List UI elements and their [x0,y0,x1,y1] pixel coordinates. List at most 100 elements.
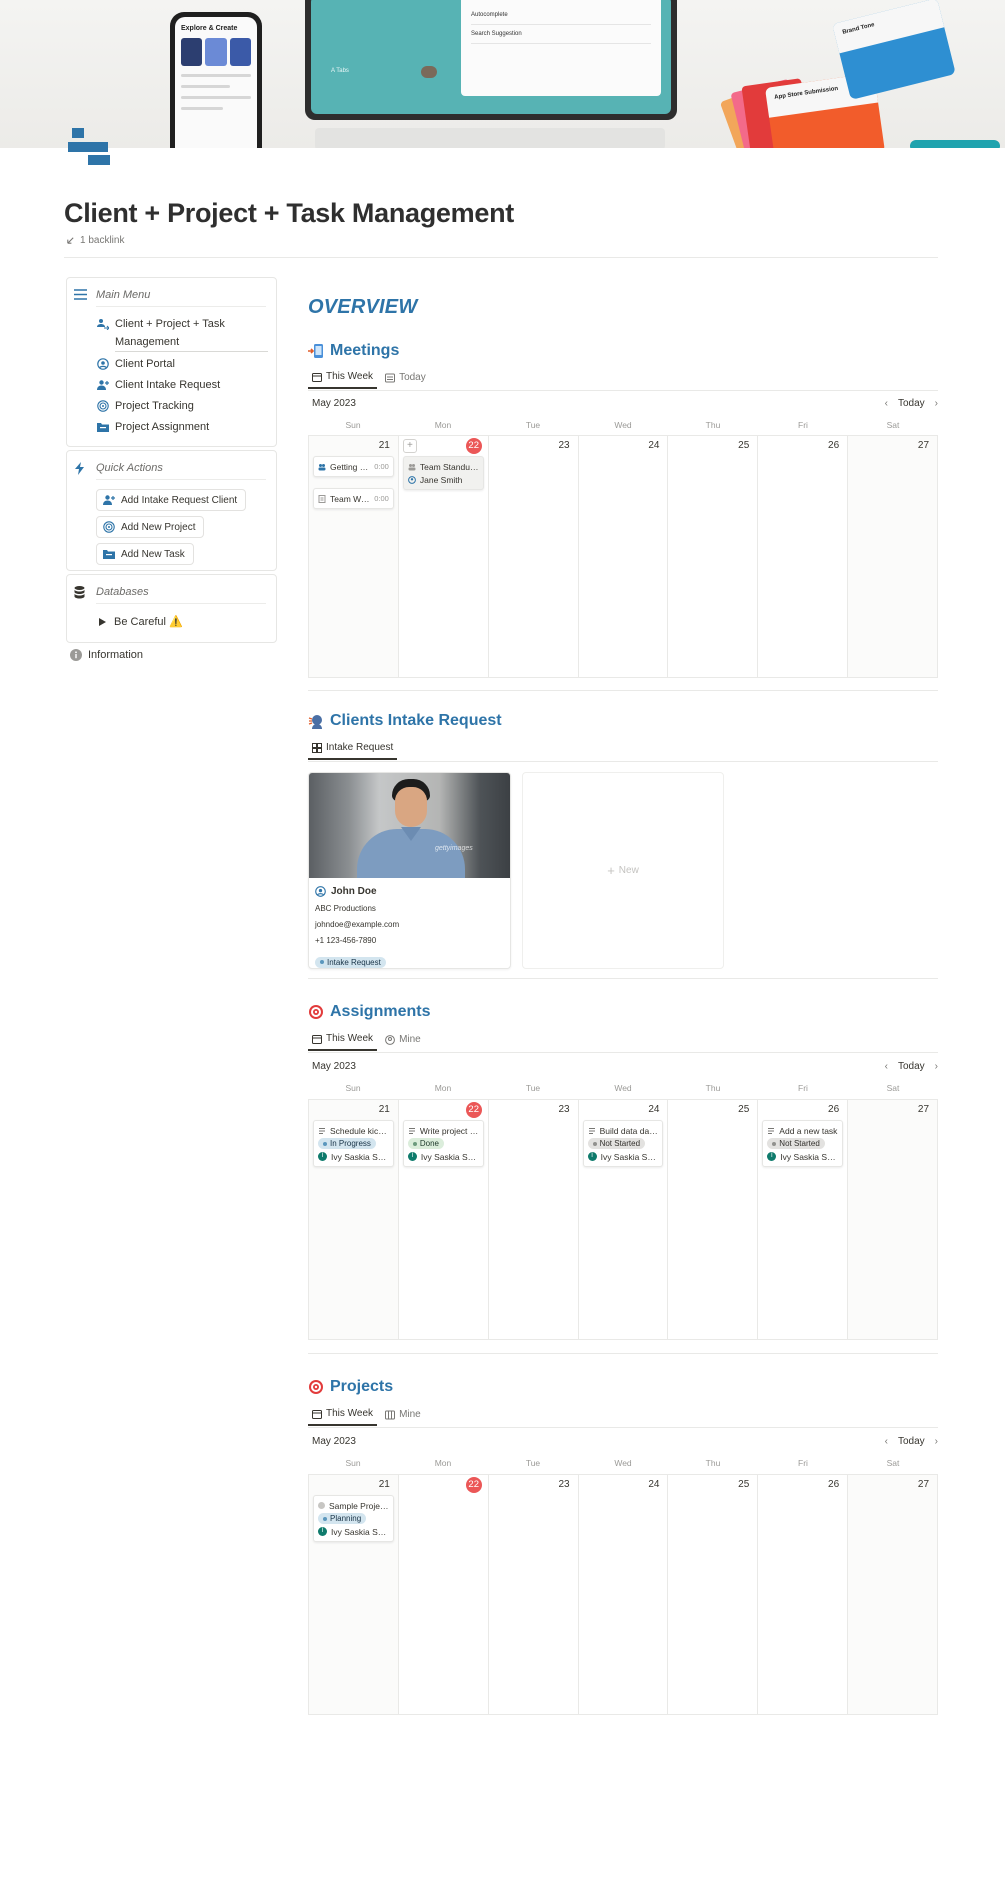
month-label: May 2023 [312,1061,356,1072]
lightning-icon [75,462,84,475]
task-event-card[interactable]: Write project pr… Done IIvy Saskia Sejas… [402,1120,484,1167]
calendar-day-cell[interactable]: 22 [398,1475,489,1714]
quick-actions-box: Quick Actions Add Intake Request Client … [66,450,277,571]
month-label: May 2023 [312,398,356,409]
calendar-day-cell[interactable]: 26 [758,436,849,677]
backlink-label: 1 backlink [80,235,125,246]
sidebar-item-label: Client Portal [115,358,175,370]
cover-phone-title: Explore & Create [181,25,238,32]
tab-intake-request[interactable]: Intake Request [308,738,398,760]
clients-intake-heading: Clients Intake Request [308,712,502,730]
prev-week-button[interactable]: ‹ [885,1436,888,1447]
calendar-day-cell[interactable]: 26 Add a new task Not Started I Ivy Saski… [758,1100,849,1339]
next-week-button[interactable]: › [935,398,938,409]
tabs-underline [308,1052,938,1053]
dart-target-icon [309,1005,323,1019]
status-badge: Intake Request [315,956,386,968]
be-careful-toggle[interactable]: Be Careful ⚠️ [99,615,276,628]
calendar-day-cell[interactable]: 21 Schedule kick-o… In Progress IIvy Sas… [309,1100,399,1339]
client-company: ABC Productions [315,904,376,913]
meeting-event-card[interactable]: Team Standup … Jane Smith [402,456,484,490]
photo-watermark: gettyimages [435,845,473,852]
cover-phone: Explore & Create [170,12,262,148]
meetings-tabs: This Week Today [308,367,430,389]
overview-heading: OVERVIEW [308,296,418,318]
client-name: John Doe [331,886,377,897]
next-week-button[interactable]: › [935,1436,938,1447]
sidebar-item-label: Project Assignment [115,421,210,433]
calendar-day-cell[interactable]: 24 [578,1475,669,1714]
add-new-task-button[interactable]: Add New Task [96,543,194,565]
prev-week-button[interactable]: ‹ [885,398,888,409]
calendar-day-cell[interactable]: 27 [848,436,939,677]
status-badge: Not Started [587,1138,646,1149]
sidebar-item-management[interactable]: Client + Project + Task Management [67,315,276,352]
database-icon [74,586,85,599]
document-icon [319,1127,325,1134]
today-button[interactable]: Today [898,398,925,409]
backlink[interactable]: 1 backlink [66,235,124,246]
client-email[interactable]: johndoe@example.com [309,917,510,933]
calendar-day-cell[interactable]: 27 [848,1100,939,1339]
tab-today[interactable]: Today [381,368,430,388]
calendar-day-cell[interactable]: 25 [668,1475,759,1714]
cover-panel-item: Search Suggestion [471,25,651,44]
today-button[interactable]: Today [898,1436,925,1447]
calendar-day-cell[interactable]: 21 Sample Project: … Planning IIvy Saski… [309,1475,399,1714]
cover-keyboard [315,128,665,148]
tab-mine[interactable]: Mine [381,1030,425,1050]
client-photo: gettyimages [309,773,510,878]
gallery-icon [312,742,322,753]
next-week-button[interactable]: › [935,1061,938,1072]
calendar-day-cell[interactable]: 22 Write project pr… Done IIvy Saskia Se… [398,1100,489,1339]
task-event-card[interactable]: Build data dash… Not Started IIvy Saskia… [582,1120,664,1167]
client-phone[interactable]: +1 123-456-7890 [309,933,510,949]
task-event-card[interactable]: Add a new task Not Started I Ivy Saskia S… [762,1120,844,1167]
plus-icon: + [607,863,615,878]
calendar-day-cell[interactable]: + 22 Team Standup … Jane Smith [398,436,489,677]
information-link[interactable]: Information [70,649,143,661]
assignments-calendar-header: May 2023 ‹ Today › [308,1061,938,1072]
task-event-card[interactable]: Schedule kick-o… In Progress IIvy Saskia… [313,1120,394,1167]
calendar-day-cell[interactable]: 24 [578,436,669,677]
calendar-day-cell[interactable]: 24 Build data dash… Not Started IIvy Sas… [578,1100,669,1339]
sidebar-item-project-tracking[interactable]: Project Tracking [67,397,276,415]
add-intake-request-client-button[interactable]: Add Intake Request Client [96,489,247,511]
calendar-day-cell[interactable]: 21 Getting star…0:00 Team Week…0:00 [309,436,399,677]
today-button[interactable]: Today [898,1061,925,1072]
sidebar-item-intake-request[interactable]: Client Intake Request [67,376,276,394]
calendar-day-cell[interactable]: 23 [488,1100,579,1339]
user-plus-icon [103,495,115,505]
projects-weekdays: Sun Mon Tue Wed Thu Fri Sat [345,1458,900,1468]
databases-box: Databases Be Careful ⚠️ [66,574,277,643]
add-new-project-button[interactable]: Add New Project [96,516,205,538]
add-event-button[interactable]: + [402,439,417,453]
calendar-day-cell[interactable]: 25 [668,436,759,677]
sidebar-item-label: Client + Project + Task Management [115,315,268,352]
tab-this-week[interactable]: This Week [308,1029,378,1051]
calendar-day-cell[interactable]: 23 [488,1475,579,1714]
meeting-event-card[interactable]: Team Week…0:00 [313,488,394,509]
calendar-day-cell[interactable]: 23 [488,436,579,677]
meeting-event-card[interactable]: Getting star…0:00 [313,456,394,477]
title-divider [64,257,938,258]
new-card-button[interactable]: + New [522,772,724,969]
sidebar-item-client-portal[interactable]: Client Portal [67,355,276,373]
client-card[interactable]: gettyimages John Doe ABC Productions joh… [308,772,511,969]
tab-this-week[interactable]: This Week [308,1404,378,1426]
project-event-card[interactable]: Sample Project: … Planning IIvy Saskia S… [313,1495,394,1542]
calendar-day-cell[interactable]: 26 [758,1475,849,1714]
tab-mine[interactable]: Mine [381,1405,425,1425]
sidebar-item-project-assignment[interactable]: Project Assignment [67,418,276,436]
folder-icon [97,423,109,432]
prev-week-button[interactable]: ‹ [885,1061,888,1072]
tabs-underline [308,1427,938,1428]
tab-this-week[interactable]: This Week [308,367,378,389]
calendar-icon [312,1409,322,1419]
calendar-day-cell[interactable]: 25 [668,1100,759,1339]
user-circle-icon [97,358,109,370]
target-icon [97,400,109,412]
section-divider [308,978,938,979]
tabs-underline [308,390,938,391]
calendar-day-cell[interactable]: 27 [848,1475,939,1714]
